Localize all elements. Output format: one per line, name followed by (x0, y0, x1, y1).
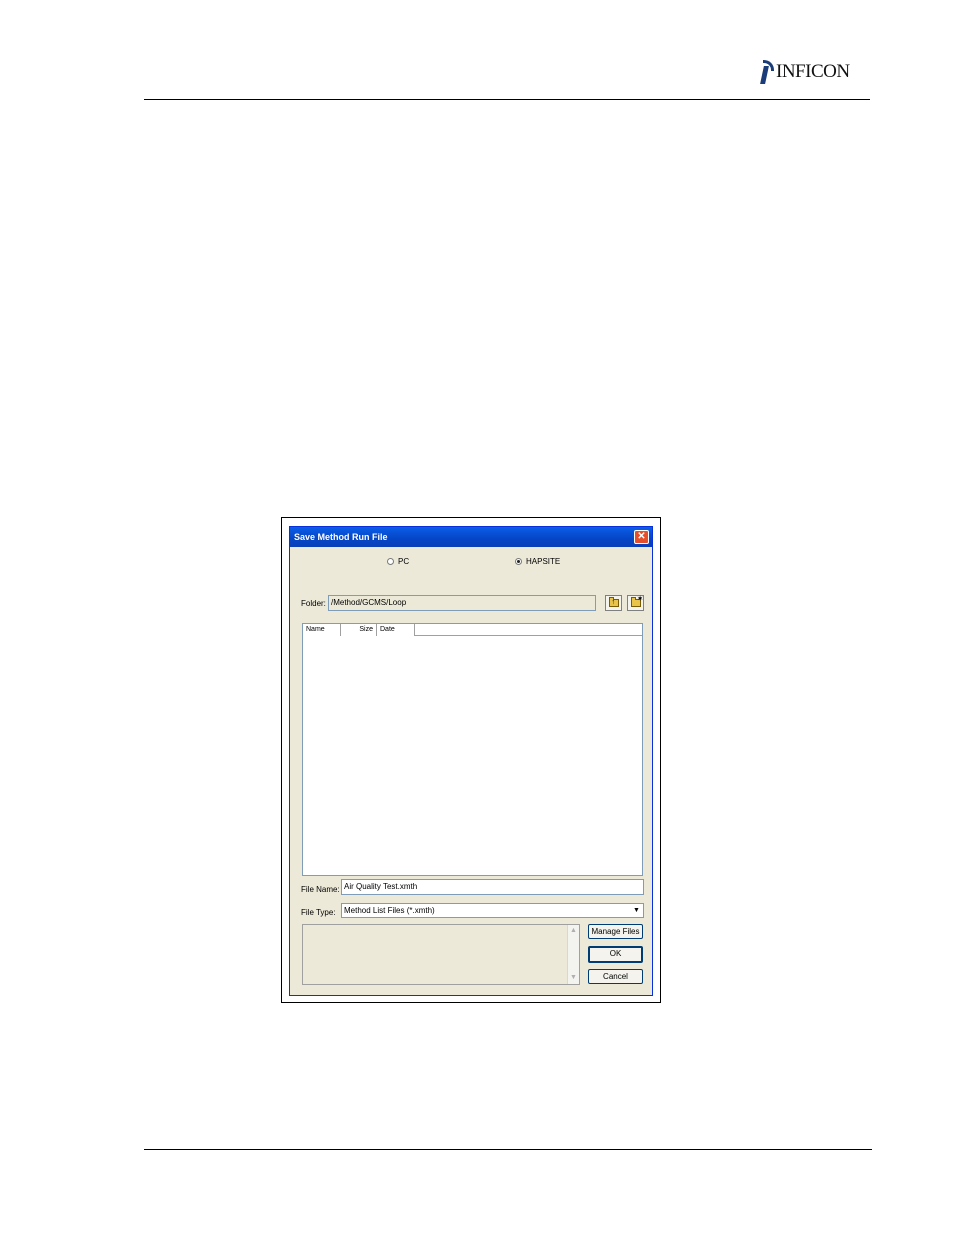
scroll-down-icon[interactable]: ▼ (569, 973, 578, 983)
column-name[interactable]: Name (303, 624, 341, 636)
file-name-input[interactable]: Air Quality Test.xmth (341, 879, 644, 895)
file-name-value: Air Quality Test.xmth (344, 882, 418, 891)
save-method-run-file-dialog: Save Method Run File ✕ PC HAPSITE Folder… (289, 526, 653, 996)
folder-up-button[interactable]: ↑ (605, 595, 622, 611)
folder-field[interactable]: /Method/GCMS/Loop (328, 595, 596, 611)
chevron-down-icon[interactable]: ▼ (630, 904, 643, 917)
folder-path: /Method/GCMS/Loop (331, 598, 407, 607)
radio-pc[interactable]: PC (387, 557, 409, 566)
manage-files-button[interactable]: Manage Files (588, 924, 643, 939)
radio-hapsite-label: HAPSITE (526, 557, 561, 566)
radio-pc-label: PC (398, 557, 410, 566)
dialog-title: Save Method Run File (294, 532, 388, 542)
footer-rule (144, 1149, 872, 1150)
file-name-label: File Name: (301, 885, 340, 894)
close-button[interactable]: ✕ (634, 530, 649, 544)
dialog-titlebar[interactable]: Save Method Run File (290, 527, 652, 547)
close-icon: ✕ (637, 531, 646, 542)
header-rule (144, 99, 870, 100)
scroll-up-icon[interactable]: ▲ (569, 926, 578, 936)
ok-button[interactable]: OK (588, 946, 643, 963)
new-folder-button[interactable]: ✶ (627, 595, 644, 611)
file-type-select[interactable]: Method List Files (*.xmth) ▼ (341, 903, 644, 918)
radio-hapsite-indicator (515, 558, 522, 565)
file-type-value: Method List Files (*.xmth) (344, 906, 435, 915)
column-size[interactable]: Size (341, 624, 377, 636)
file-type-label: File Type: (301, 908, 336, 917)
message-area: ▲ ▼ (302, 924, 580, 985)
inficon-logo: INFICON (760, 58, 850, 86)
radio-hapsite[interactable]: HAPSITE (515, 557, 560, 566)
inficon-logo-mark-icon (760, 60, 774, 84)
file-list-header: Name Size Date (303, 624, 642, 636)
folder-label: Folder: (301, 599, 326, 608)
new-folder-icon: ✶ (630, 595, 644, 607)
folder-up-icon: ↑ (608, 597, 619, 607)
brand-name: INFICON (776, 61, 850, 82)
radio-pc-indicator (387, 558, 394, 565)
file-list[interactable]: Name Size Date (302, 623, 643, 876)
column-date[interactable]: Date (377, 624, 415, 636)
message-scrollbar[interactable]: ▲ ▼ (567, 925, 579, 984)
cancel-button[interactable]: Cancel (588, 969, 643, 984)
